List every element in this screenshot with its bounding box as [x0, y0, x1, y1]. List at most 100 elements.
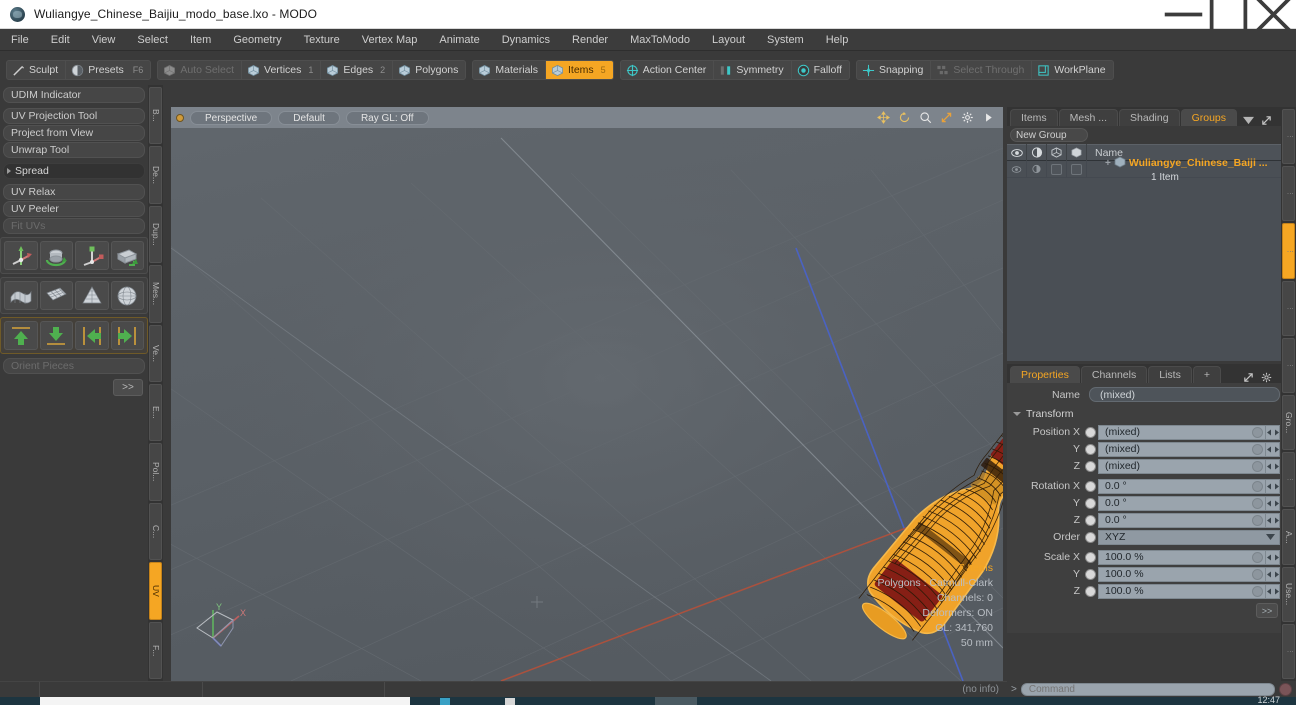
right-vertical-tab-4[interactable]: ⋮ — [1282, 337, 1295, 394]
left-panel-item-uv-projection-tool[interactable]: UV Projection Tool — [3, 108, 145, 124]
left-panel-item-spread[interactable]: Spread — [3, 163, 145, 179]
property-channel-dot[interactable] — [1085, 531, 1096, 543]
menu-item-system[interactable]: System — [756, 29, 815, 51]
right-vertical-tab-9[interactable]: ⋮ — [1282, 623, 1295, 680]
taskbar-active-window[interactable] — [40, 697, 410, 705]
taskbar-app-3[interactable] — [655, 697, 697, 705]
wireframe-icon[interactable] — [1047, 144, 1067, 161]
property-stepper[interactable] — [1266, 424, 1280, 440]
groups-tree-body[interactable]: + Wuliangye_Chinese_Baiji ... 1 Item — [1007, 156, 1296, 361]
properties-more-button[interactable]: >> — [1256, 603, 1278, 618]
taskbar-app-1[interactable] — [440, 698, 450, 705]
transform-section-header[interactable]: Transform — [1007, 406, 1296, 422]
move-view-icon[interactable] — [877, 111, 890, 124]
left-vertical-tab-7[interactable]: C... — [149, 502, 162, 561]
left-vertical-tab-9[interactable]: F... — [149, 621, 162, 680]
tab-shading[interactable]: Shading — [1119, 109, 1180, 126]
right-vertical-tab-3[interactable]: ⋮ — [1282, 280, 1295, 336]
close-icon[interactable] — [1251, 0, 1296, 33]
property-stepper[interactable] — [1266, 566, 1280, 582]
property-stepper[interactable] — [1266, 512, 1280, 528]
row-shade-toggle[interactable] — [1027, 160, 1047, 178]
command-input[interactable] — [1020, 682, 1275, 696]
menu-item-file[interactable]: File — [0, 29, 40, 51]
row-wireframe-checkbox[interactable] — [1047, 160, 1067, 178]
left-panel-more-button[interactable]: >> — [113, 379, 143, 396]
orient-pieces-button[interactable]: Orient Pieces — [3, 358, 145, 374]
toolbar-button-vertices[interactable]: Vertices 1 — [242, 61, 322, 79]
align-left-icon[interactable] — [75, 321, 109, 350]
tab-lists[interactable]: Lists — [1148, 366, 1192, 383]
expand-panel-icon[interactable] — [1243, 372, 1254, 383]
menu-item-texture[interactable]: Texture — [293, 29, 351, 51]
property-value-field[interactable]: 0.0 ° — [1098, 512, 1266, 528]
property-value-field[interactable]: 100.0 % — [1098, 566, 1266, 582]
menu-item-item[interactable]: Item — [179, 29, 222, 51]
name-field[interactable]: (mixed) — [1089, 387, 1280, 402]
property-stepper[interactable] — [1266, 458, 1280, 474]
relax-uv-icon[interactable] — [4, 281, 38, 310]
property-value-field[interactable]: 100.0 % — [1098, 549, 1266, 565]
menu-item-select[interactable]: Select — [126, 29, 179, 51]
property-channel-dot[interactable] — [1085, 426, 1096, 438]
property-channel-dot[interactable] — [1085, 443, 1096, 455]
right-vertical-tab-0[interactable]: ⋮ — [1282, 109, 1295, 165]
left-vertical-tab-6[interactable]: Pol... — [149, 443, 162, 501]
property-value-field[interactable]: (mixed) — [1098, 458, 1266, 474]
toolbar-button-polygons[interactable]: Polygons — [393, 61, 465, 79]
tab-[interactable]: + — [1192, 366, 1221, 383]
move-uv-icon[interactable] — [4, 241, 38, 270]
viewport-settings-icon[interactable] — [961, 111, 974, 124]
shade-icon[interactable] — [1027, 144, 1047, 161]
toolbar-button-symmetry[interactable]: Symmetry — [714, 61, 792, 79]
left-panel-item-uv-relax[interactable]: UV Relax — [3, 184, 145, 200]
toolbar-button-falloff[interactable]: Falloff — [792, 61, 849, 79]
viewport-shading-selector[interactable]: Default — [278, 110, 340, 125]
chevron-down-icon[interactable] — [1243, 115, 1254, 126]
left-panel-item-udim-indicator[interactable]: UDIM Indicator — [3, 87, 145, 103]
toolbar-button-snapping[interactable]: Snapping — [857, 61, 932, 79]
viewport-state-dot[interactable] — [176, 113, 184, 122]
left-vertical-tab-3[interactable]: Mes... — [149, 265, 162, 323]
right-vertical-tab-7[interactable]: A... — [1282, 509, 1295, 565]
tab-mesh[interactable]: Mesh ... — [1058, 109, 1119, 126]
tab-groups[interactable]: Groups — [1180, 109, 1238, 126]
rotate-uv-icon[interactable] — [39, 241, 73, 270]
right-vertical-tab-2[interactable]: ⋮ — [1282, 223, 1295, 279]
right-vertical-tab-8[interactable]: Use... — [1282, 566, 1295, 622]
zoom-view-icon[interactable] — [919, 111, 932, 124]
grid-uv-icon[interactable] — [39, 281, 73, 310]
property-stepper[interactable] — [1266, 583, 1280, 599]
property-stepper[interactable] — [1266, 549, 1280, 565]
tab-channels[interactable]: Channels — [1080, 366, 1148, 383]
toolbar-button-action-center[interactable]: Action Center — [621, 61, 715, 79]
right-vertical-tab-6[interactable]: ⋮ — [1282, 452, 1295, 508]
sphere-uv-icon[interactable] — [110, 281, 144, 310]
left-panel-item-unwrap-tool[interactable]: Unwrap Tool — [3, 142, 145, 158]
scale-uv-icon[interactable] — [75, 241, 109, 270]
menu-item-maxtomodo[interactable]: MaxToModo — [619, 29, 701, 51]
cone-uv-icon[interactable] — [75, 281, 109, 310]
left-vertical-tab-8[interactable]: UV — [149, 562, 162, 620]
property-value-field[interactable]: 0.0 ° — [1098, 478, 1266, 494]
toolbar-button-edges[interactable]: Edges 2 — [321, 61, 394, 79]
left-vertical-tab-1[interactable]: De... — [149, 146, 162, 204]
expand-toggle-icon[interactable]: + — [1105, 158, 1111, 169]
expand-panel-icon[interactable] — [1261, 115, 1272, 126]
viewport-more-icon[interactable] — [982, 111, 995, 124]
left-vertical-tab-0[interactable]: B... — [149, 87, 162, 145]
menu-item-edit[interactable]: Edit — [40, 29, 81, 51]
left-panel-item-uv-peeler[interactable]: UV Peeler — [3, 201, 145, 217]
property-channel-dot[interactable] — [1085, 460, 1096, 472]
row-visibility-toggle[interactable] — [1007, 160, 1027, 178]
property-channel-dot[interactable] — [1085, 585, 1096, 597]
menu-item-animate[interactable]: Animate — [428, 29, 490, 51]
property-channel-dot[interactable] — [1085, 497, 1096, 509]
toolbar-button-materials[interactable]: Materials — [473, 61, 546, 79]
left-vertical-tab-5[interactable]: E... — [149, 384, 162, 442]
menu-item-render[interactable]: Render — [561, 29, 619, 51]
minimize-icon[interactable] — [1161, 0, 1206, 29]
property-value-field[interactable]: (mixed) — [1098, 441, 1266, 457]
gear-icon[interactable] — [1261, 372, 1272, 383]
property-value-field[interactable]: (mixed) — [1098, 424, 1266, 440]
